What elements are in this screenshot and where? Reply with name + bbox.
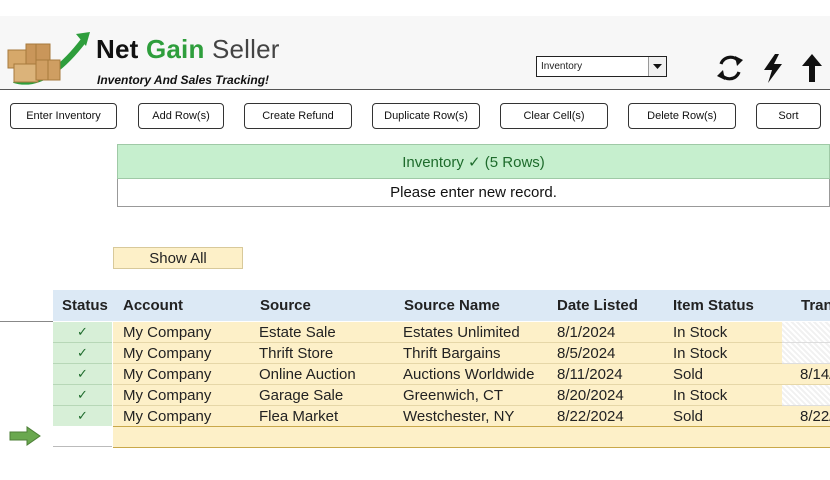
new-record-fill[interactable]: [113, 426, 830, 448]
tran-cell[interactable]: [782, 385, 830, 406]
view-select[interactable]: Inventory: [536, 56, 667, 77]
check-icon: ✓: [77, 387, 88, 402]
source-cell[interactable]: Garage Sale: [259, 387, 343, 404]
col-account[interactable]: Account: [123, 297, 183, 314]
source-cell[interactable]: Thrift Store: [259, 345, 333, 362]
show-all-button[interactable]: Show All: [113, 247, 243, 269]
view-select-value: Inventory: [541, 61, 583, 72]
check-icon: ✓: [77, 366, 88, 381]
status-cell[interactable]: ✓: [53, 364, 112, 385]
table-header: Status Account Source Source Name Date L…: [53, 290, 830, 321]
date-listed-cell[interactable]: 8/5/2024: [557, 345, 615, 362]
add-rows-button[interactable]: Add Row(s): [138, 103, 224, 129]
status-cell[interactable]: ✓: [53, 406, 112, 427]
table-row[interactable]: ✓ My Company Flea Market Westchester, NY…: [53, 406, 830, 427]
source-cell[interactable]: Estate Sale: [259, 324, 336, 341]
lightning-icon[interactable]: [758, 52, 788, 84]
tran-cell[interactable]: [782, 322, 830, 343]
col-status[interactable]: Status: [62, 297, 108, 314]
sort-button[interactable]: Sort: [756, 103, 821, 129]
up-arrow-icon[interactable]: [797, 52, 827, 84]
source-cell[interactable]: Online Auction: [259, 366, 356, 383]
top-strip: [0, 0, 830, 16]
new-record-row[interactable]: [53, 426, 830, 448]
app-title-part2: Gain: [145, 34, 205, 64]
chevron-down-icon[interactable]: [648, 57, 666, 76]
status-cell[interactable]: ✓: [53, 343, 112, 364]
account-cell[interactable]: My Company: [123, 387, 211, 404]
table-row[interactable]: ✓ My Company Online Auction Auctions Wor…: [53, 364, 830, 385]
app-title-part3: Seller: [211, 34, 280, 64]
date-listed-cell[interactable]: 8/20/2024: [557, 387, 624, 404]
source-name-cell[interactable]: Thrift Bargains: [403, 345, 501, 362]
account-cell[interactable]: My Company: [123, 408, 211, 425]
boxes-logo-icon: [7, 32, 90, 85]
refresh-icon[interactable]: [715, 52, 745, 84]
item-status-cell[interactable]: Sold: [673, 366, 703, 383]
delete-rows-button[interactable]: Delete Row(s): [628, 103, 736, 129]
row-divider: [0, 321, 53, 322]
app-header: Net Gain Seller Inventory And Sales Trac…: [0, 16, 830, 90]
table-row[interactable]: ✓ My Company Garage Sale Greenwich, CT 8…: [53, 385, 830, 406]
col-source[interactable]: Source: [260, 297, 311, 314]
tran-cell[interactable]: [782, 343, 830, 364]
check-icon: ✓: [77, 324, 88, 339]
source-name-cell[interactable]: Auctions Worldwide: [403, 366, 534, 383]
table-row[interactable]: ✓ My Company Estate Sale Estates Unlimit…: [53, 322, 830, 343]
record-message: Please enter new record.: [117, 179, 830, 207]
col-item-status[interactable]: Item Status: [673, 297, 754, 314]
col-date-listed[interactable]: Date Listed: [557, 297, 638, 314]
item-status-cell[interactable]: In Stock: [673, 387, 727, 404]
inventory-status-band: Inventory ✓ (5 Rows): [117, 144, 830, 179]
right-arrow-icon: [9, 426, 41, 446]
app-title: Net Gain Seller: [96, 34, 280, 65]
clear-cells-button[interactable]: Clear Cell(s): [500, 103, 608, 129]
duplicate-rows-button[interactable]: Duplicate Row(s): [372, 103, 480, 129]
date-listed-cell[interactable]: 8/22/2024: [557, 408, 624, 425]
check-icon: ✓: [77, 345, 88, 360]
check-icon: ✓: [77, 408, 88, 423]
date-listed-cell[interactable]: 8/11/2024: [557, 366, 623, 383]
account-cell[interactable]: My Company: [123, 324, 211, 341]
enter-inventory-button[interactable]: Enter Inventory: [10, 103, 117, 129]
tran-value: 8/14/: [800, 366, 830, 383]
source-name-cell[interactable]: Greenwich, CT: [403, 387, 503, 404]
create-refund-button[interactable]: Create Refund: [244, 103, 352, 129]
source-name-cell[interactable]: Westchester, NY: [403, 408, 514, 425]
item-status-cell[interactable]: In Stock: [673, 324, 727, 341]
account-cell[interactable]: My Company: [123, 366, 211, 383]
date-listed-cell[interactable]: 8/1/2024: [557, 324, 615, 341]
source-cell[interactable]: Flea Market: [259, 408, 338, 425]
new-status-cell[interactable]: [53, 426, 112, 447]
col-tran[interactable]: Tran: [801, 297, 830, 314]
app-tagline: Inventory And Sales Tracking!: [97, 73, 270, 87]
source-name-cell[interactable]: Estates Unlimited: [403, 324, 520, 341]
app-title-part1: Net: [96, 34, 139, 64]
table-row[interactable]: ✓ My Company Thrift Store Thrift Bargain…: [53, 343, 830, 364]
item-status-cell[interactable]: Sold: [673, 408, 703, 425]
col-source-name[interactable]: Source Name: [404, 297, 500, 314]
status-cell[interactable]: ✓: [53, 385, 112, 406]
account-cell[interactable]: My Company: [123, 345, 211, 362]
tran-value: 8/22/: [800, 408, 830, 425]
item-status-cell[interactable]: In Stock: [673, 345, 727, 362]
status-cell[interactable]: ✓: [53, 322, 112, 343]
